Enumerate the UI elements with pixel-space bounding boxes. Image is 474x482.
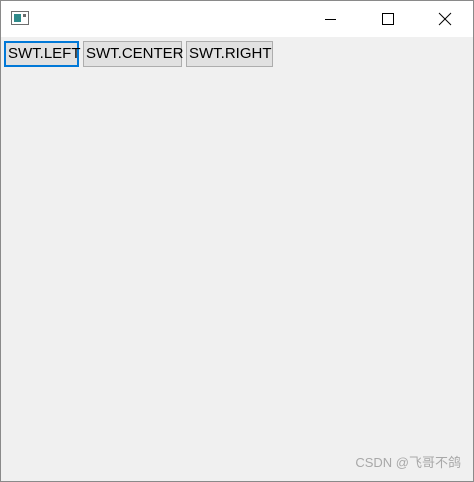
app-icon-fill [14,14,21,22]
app-icon-dot [23,14,26,17]
app-window: SWT.LEFT SWT.CENTER SWT.RIGHT CSDN @飞哥不鸽 [0,0,474,482]
title-bar[interactable] [1,1,473,37]
minimize-icon [325,19,336,20]
maximize-icon [382,13,394,25]
swt-left-button[interactable]: SWT.LEFT [4,41,81,67]
client-area: SWT.LEFT SWT.CENTER SWT.RIGHT CSDN @飞哥不鸽 [1,37,473,481]
close-button[interactable] [421,1,467,37]
swt-center-button[interactable]: SWT.CENTER [83,41,184,67]
minimize-button[interactable] [307,1,353,37]
window-app-icon[interactable] [11,11,29,25]
close-icon [438,12,452,26]
swt-right-button[interactable]: SWT.RIGHT [186,41,273,67]
maximize-button[interactable] [365,1,411,37]
csdn-watermark: CSDN @飞哥不鸽 [355,455,461,470]
